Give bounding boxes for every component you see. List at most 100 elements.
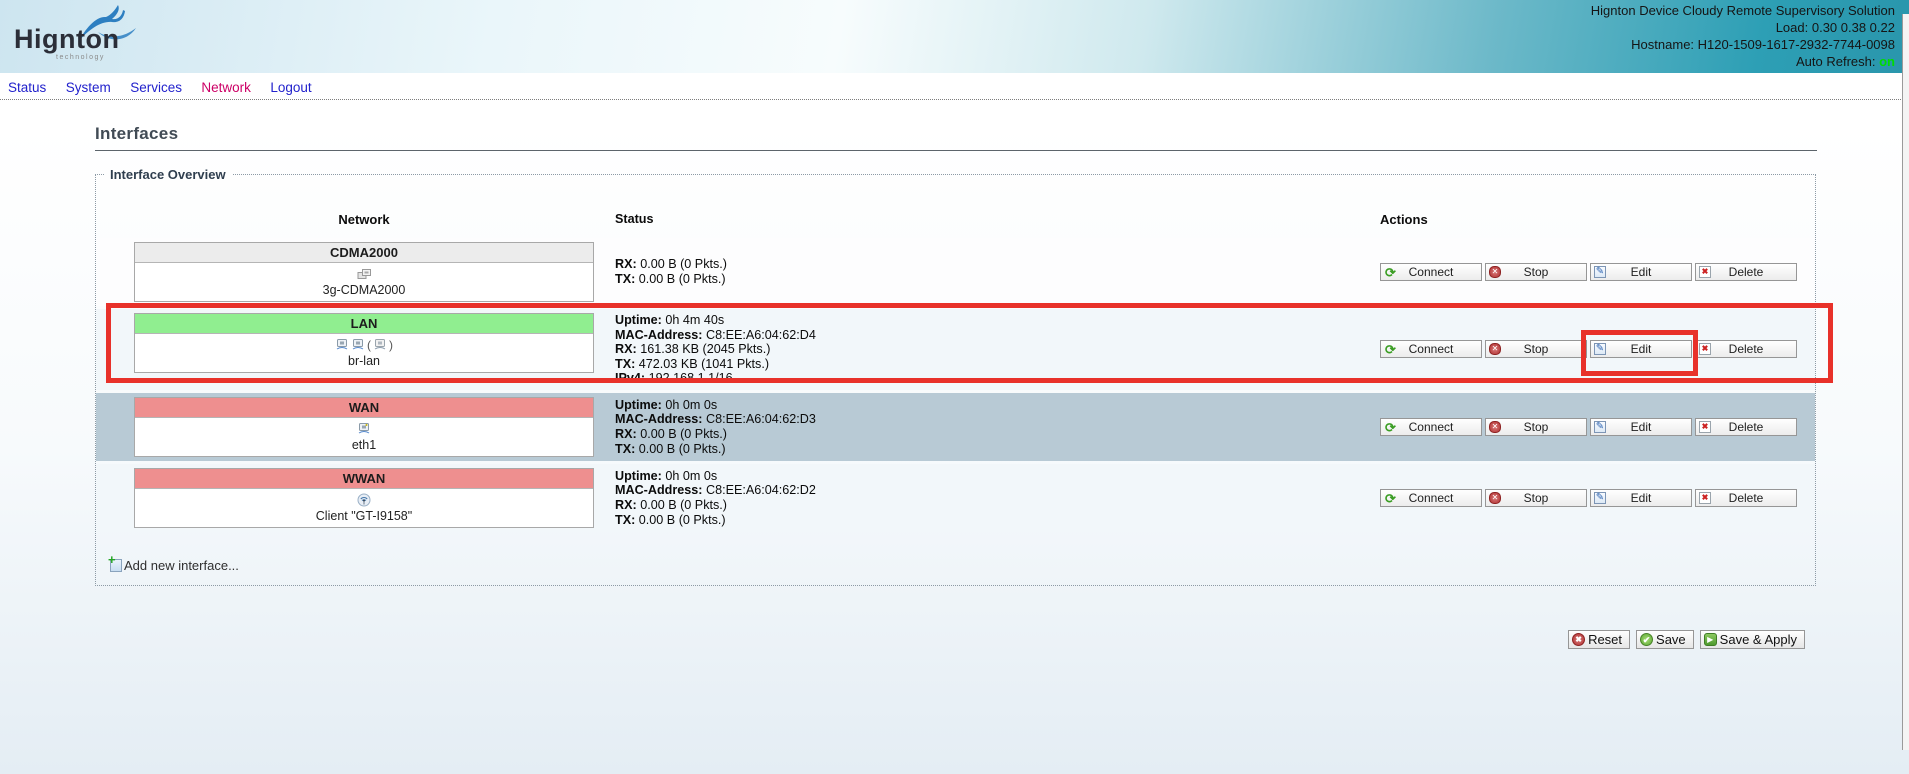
interface-row-lan: LAN ( ) br-lan Uptime: 0h 4m 40s bbox=[96, 309, 1815, 390]
status-line: TX: 0.00 B (0 Pkts.) bbox=[615, 513, 1380, 528]
stop-icon bbox=[1489, 421, 1501, 433]
system-info: Hignton Device Cloudy Remote Supervisory… bbox=[1591, 2, 1895, 70]
cdma2000-edit-button[interactable]: Edit bbox=[1590, 263, 1692, 281]
load-line: Load: 0.30 0.38 0.22 bbox=[1591, 19, 1895, 36]
network-box-lan: LAN ( ) br-lan bbox=[134, 313, 594, 373]
wifi-icon bbox=[357, 493, 371, 507]
add-new-interface-link[interactable]: Add new interface... bbox=[110, 558, 239, 573]
reset-button[interactable]: Reset bbox=[1568, 630, 1630, 649]
load-value: 0.30 0.38 0.22 bbox=[1812, 20, 1895, 35]
wwan-stop-button[interactable]: Stop bbox=[1485, 489, 1587, 507]
save-apply-button[interactable]: Save & Apply bbox=[1700, 630, 1805, 649]
header-band: Hignton technology Hignton Device Cloudy… bbox=[0, 0, 1909, 73]
device-name: Client "GT-I9158" bbox=[135, 509, 593, 523]
modem-icon bbox=[357, 268, 372, 281]
status-cell-wan: Uptime: 0h 0m 0s MAC-Address: C8:EE:A6:0… bbox=[594, 397, 1380, 457]
status-line: MAC-Address: C8:EE:A6:04:62:D2 bbox=[615, 483, 1380, 498]
wan-stop-button[interactable]: Stop bbox=[1485, 418, 1587, 436]
nav-logout[interactable]: Logout bbox=[270, 80, 311, 95]
auto-refresh-status: on bbox=[1879, 54, 1895, 69]
connect-icon bbox=[1384, 343, 1397, 356]
delete-icon bbox=[1699, 492, 1711, 504]
wwan-edit-button[interactable]: Edit bbox=[1590, 489, 1692, 507]
edit-icon bbox=[1594, 343, 1606, 355]
bridge-port-icon bbox=[351, 338, 365, 352]
network-box-wan: WAN eth1 bbox=[134, 397, 594, 457]
device-name: 3g-CDMA2000 bbox=[135, 283, 593, 297]
section-legend: Interface Overview bbox=[104, 167, 232, 182]
hignton-logo[interactable]: Hignton technology bbox=[12, 4, 162, 70]
connect-icon bbox=[1384, 421, 1397, 434]
status-line: MAC-Address: C8:EE:A6:04:62:D4 bbox=[615, 328, 1380, 343]
reset-icon bbox=[1572, 633, 1585, 646]
device-name: br-lan bbox=[135, 354, 593, 368]
status-line: Uptime: 0h 0m 0s bbox=[615, 469, 1380, 484]
hostname-value: H120-1509-1617-2932-7744-0098 bbox=[1698, 37, 1895, 52]
wan-edit-button[interactable]: Edit bbox=[1590, 418, 1692, 436]
status-line: RX: 0.00 B (0 Pkts.) bbox=[615, 257, 1380, 272]
network-name: CDMA2000 bbox=[135, 243, 593, 263]
stop-icon bbox=[1489, 343, 1501, 355]
add-interface-icon bbox=[110, 559, 122, 572]
brand-name: Hignton bbox=[14, 24, 119, 55]
cdma2000-stop-button[interactable]: Stop bbox=[1485, 263, 1587, 281]
status-line: RX: 161.38 KB (2045 Pkts.) bbox=[615, 342, 1380, 357]
lan-connect-button[interactable]: Connect bbox=[1380, 340, 1482, 358]
status-cell-wwan: Uptime: 0h 0m 0s MAC-Address: C8:EE:A6:0… bbox=[594, 468, 1380, 528]
delete-icon bbox=[1699, 343, 1711, 355]
edit-icon bbox=[1594, 492, 1606, 504]
column-header-network: Network bbox=[134, 212, 594, 227]
status-line: MAC-Address: C8:EE:A6:04:62:D3 bbox=[615, 412, 1380, 427]
nav-status[interactable]: Status bbox=[8, 80, 46, 95]
save-icon bbox=[1640, 633, 1653, 646]
status-line: TX: 0.00 B (0 Pkts.) bbox=[615, 442, 1380, 457]
network-name: WAN bbox=[135, 398, 593, 418]
stop-icon bbox=[1489, 266, 1501, 278]
status-line: Uptime: 0h 0m 0s bbox=[615, 398, 1380, 413]
stop-icon bbox=[1489, 492, 1501, 504]
interface-overview-section: Interface Overview Network Status Action… bbox=[95, 167, 1816, 586]
nav-network[interactable]: Network bbox=[201, 80, 251, 95]
footer-actions: Reset Save Save & Apply bbox=[95, 630, 1805, 649]
network-name: LAN bbox=[135, 314, 593, 334]
network-name: WWAN bbox=[135, 469, 593, 489]
scrollbar[interactable] bbox=[1902, 14, 1909, 750]
status-line: Uptime: 0h 4m 40s bbox=[615, 313, 1380, 328]
column-header-status: Status bbox=[594, 212, 1380, 227]
delete-icon bbox=[1699, 266, 1711, 278]
cdma2000-delete-button[interactable]: Delete bbox=[1695, 263, 1797, 281]
nav-services[interactable]: Services bbox=[130, 80, 182, 95]
connect-icon bbox=[1384, 492, 1397, 505]
lan-stop-button[interactable]: Stop bbox=[1485, 340, 1587, 358]
edit-icon bbox=[1594, 266, 1606, 278]
status-line: RX: 0.00 B (0 Pkts.) bbox=[615, 498, 1380, 513]
status-line: RX: 0.00 B (0 Pkts.) bbox=[615, 427, 1380, 442]
auto-refresh-line: Auto Refresh: on bbox=[1591, 53, 1895, 70]
wan-connect-button[interactable]: Connect bbox=[1380, 418, 1482, 436]
wan-delete-button[interactable]: Delete bbox=[1695, 418, 1797, 436]
status-cell-lan: Uptime: 0h 4m 40s MAC-Address: C8:EE:A6:… bbox=[594, 313, 1380, 386]
status-line: TX: 472.03 KB (1041 Pkts.) bbox=[615, 357, 1380, 372]
interface-row-wan: WAN eth1 Uptime: 0h 0m 0s MAC-Address: C… bbox=[96, 393, 1815, 461]
network-box-wwan: WWAN Client "GT-I9158" bbox=[134, 468, 594, 528]
bridge-port-icon bbox=[335, 338, 349, 352]
brand-subtitle: technology bbox=[56, 54, 105, 61]
cdma2000-connect-button[interactable]: Connect bbox=[1380, 263, 1482, 281]
table-header-row: Network Status Actions bbox=[96, 212, 1815, 227]
lan-delete-button[interactable]: Delete bbox=[1695, 340, 1797, 358]
status-line: IPv4: 192.168.1.1/16 bbox=[615, 371, 1380, 386]
page-content: Interfaces Interface Overview Network St… bbox=[0, 124, 1909, 774]
lan-edit-button[interactable]: Edit bbox=[1590, 340, 1692, 358]
wwan-connect-button[interactable]: Connect bbox=[1380, 489, 1482, 507]
wwan-delete-button[interactable]: Delete bbox=[1695, 489, 1797, 507]
device-name: eth1 bbox=[135, 438, 593, 452]
save-button[interactable]: Save bbox=[1636, 630, 1694, 649]
alias-port-icon bbox=[373, 338, 387, 352]
interface-row-wwan: WWAN Client "GT-I9158" Uptime: 0h 0m 0s … bbox=[96, 464, 1815, 532]
network-box-cdma2000: CDMA2000 3g-CDMA2000 bbox=[134, 242, 594, 302]
nav-system[interactable]: System bbox=[66, 80, 111, 95]
interface-row-cdma2000: CDMA2000 3g-CDMA2000 RX: 0.00 B (0 Pkts.… bbox=[96, 238, 1815, 306]
main-nav: Status System Services Network Logout bbox=[0, 73, 1909, 100]
connect-icon bbox=[1384, 266, 1397, 279]
column-header-actions: Actions bbox=[1380, 212, 1815, 227]
